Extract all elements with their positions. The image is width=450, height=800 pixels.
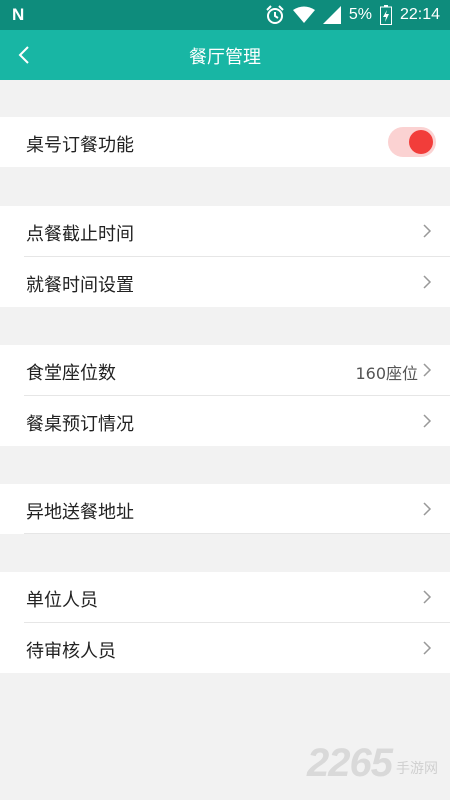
battery-icon	[379, 5, 392, 25]
table-booking-row[interactable]: 餐桌预订情况	[0, 396, 450, 446]
notification-n-icon: N	[12, 5, 25, 24]
row-label: 桌号订餐功能	[26, 135, 134, 156]
row-label: 异地送餐地址	[26, 502, 134, 523]
settings-group: 食堂座位数 160座位 餐桌预订情况	[0, 345, 450, 446]
toggle-knob	[409, 130, 433, 154]
chevron-right-icon	[423, 590, 432, 604]
wifi-icon	[292, 6, 315, 23]
app-bar: 餐厅管理	[0, 30, 450, 80]
settings-group: 异地送餐地址	[0, 484, 450, 534]
settings-group: 桌号订餐功能	[0, 117, 450, 167]
remote-delivery-row[interactable]: 异地送餐地址	[0, 484, 450, 534]
watermark: 2265 手游网	[307, 741, 438, 786]
chevron-right-icon	[423, 414, 432, 428]
divider	[24, 533, 450, 534]
staff-row[interactable]: 单位人员	[0, 572, 450, 622]
status-icons: 5% 22:14	[265, 0, 440, 30]
watermark-site: 手游网	[396, 761, 438, 777]
clock: 22:14	[399, 6, 440, 23]
watermark-number: 2265	[307, 741, 393, 785]
row-label: 餐桌预订情况	[26, 414, 134, 435]
chevron-right-icon	[423, 502, 432, 516]
page-title: 餐厅管理	[189, 47, 261, 68]
row-label: 食堂座位数	[26, 363, 116, 384]
row-label: 待审核人员	[26, 641, 116, 662]
signal-icon	[322, 6, 341, 24]
chevron-right-icon	[423, 641, 432, 655]
settings-group: 单位人员 待审核人员	[0, 572, 450, 673]
seat-count-row[interactable]: 食堂座位数 160座位	[0, 345, 450, 395]
battery-percent: 5%	[348, 6, 372, 23]
pending-review-row[interactable]: 待审核人员	[0, 623, 450, 673]
settings-group: 点餐截止时间 就餐时间设置	[0, 206, 450, 307]
dining-time-row[interactable]: 就餐时间设置	[0, 257, 450, 307]
row-label: 就餐时间设置	[26, 275, 134, 296]
chevron-right-icon	[423, 363, 432, 377]
chevron-right-icon	[423, 224, 432, 238]
table-ordering-row[interactable]: 桌号订餐功能	[0, 117, 450, 167]
table-ordering-toggle[interactable]	[388, 127, 436, 157]
order-deadline-row[interactable]: 点餐截止时间	[0, 206, 450, 256]
row-label: 点餐截止时间	[26, 224, 134, 245]
status-bar: N 5% 22:14	[0, 0, 450, 30]
row-label: 单位人员	[26, 590, 98, 611]
alarm-icon	[266, 5, 284, 24]
seat-count-value: 160座位	[355, 364, 418, 383]
chevron-right-icon	[423, 275, 432, 289]
